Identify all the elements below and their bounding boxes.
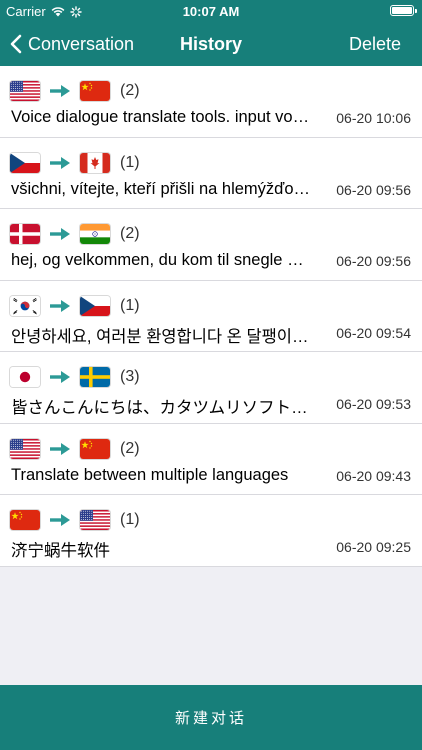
language-pair: (2) <box>10 223 140 245</box>
arrow-right-icon <box>50 371 70 383</box>
timestamp: 06-20 09:25 <box>336 539 411 555</box>
history-row[interactable]: (3) 皆さんこんにちは、カタツムリソフトウェアへようこそ 06-20 09:5… <box>0 352 422 424</box>
denmark-flag-icon <box>10 224 40 244</box>
message-preview: 皆さんこんにちは、カタツムリソフトウェアへようこそ <box>11 399 311 417</box>
message-count: (2) <box>120 225 140 242</box>
message-count: (3) <box>120 368 140 385</box>
china-flag-icon <box>10 510 40 530</box>
china-flag-icon <box>80 438 110 459</box>
history-row[interactable]: (2) Translate between multiple languages… <box>0 424 422 495</box>
japan-flag-icon <box>10 367 40 387</box>
message-count: (2) <box>120 82 140 99</box>
language-pair: (1) <box>10 152 140 174</box>
sweden-flag-icon <box>80 367 110 387</box>
arrow-right-icon <box>50 442 70 455</box>
delete-button[interactable]: Delete <box>349 22 401 66</box>
history-row[interactable]: (2) hej, og velkommen, du kom til snegle… <box>0 209 422 281</box>
timestamp: 06-20 09:56 <box>336 181 411 198</box>
back-button-label: Conversation <box>28 33 135 54</box>
message-preview: 안녕하세요, 여러분 환영합니다 온 달팽이 소프트웨어 <box>11 327 311 346</box>
canada-flag-icon <box>80 152 110 173</box>
arrow-right-icon <box>50 85 70 97</box>
czech-flag-icon <box>80 295 110 316</box>
battery-icon <box>390 5 417 16</box>
new-conversation-button[interactable]: 新建对话 <box>0 685 422 750</box>
message-count: (2) <box>120 439 140 457</box>
timestamp: 06-20 09:53 <box>336 396 411 412</box>
message-preview: 济宁蜗牛软件 <box>11 542 110 560</box>
history-row[interactable]: (1) 济宁蜗牛软件 06-20 09:25 <box>0 495 422 567</box>
message-preview: hej, og velkommen, du kom til snegle sof… <box>11 251 311 269</box>
navigation-bar: Conversation History Delete <box>0 22 422 66</box>
message-preview: Voice dialogue translate tools. input vo… <box>11 108 311 126</box>
status-bar: Carrier 10:07 AM <box>0 0 422 22</box>
language-pair: (1) <box>10 509 140 531</box>
timestamp: 06-20 10:06 <box>336 110 411 126</box>
history-list: (2) Voice dialogue translate tools. inpu… <box>0 66 422 567</box>
korea-flag-icon <box>10 295 40 316</box>
arrow-right-icon <box>50 228 70 240</box>
india-flag-icon <box>80 224 110 244</box>
message-count: (1) <box>120 296 140 314</box>
history-row[interactable]: (1) všichni, vítejte, kteří přišli na hl… <box>0 138 422 209</box>
us-flag-icon <box>10 438 40 459</box>
timestamp: 06-20 09:56 <box>336 253 411 269</box>
timestamp: 06-20 09:43 <box>336 467 411 484</box>
message-preview: všichni, vítejte, kteří přišli na hlemýž… <box>11 179 311 198</box>
language-pair: (1) <box>10 295 140 317</box>
us-flag-icon <box>10 81 40 101</box>
message-count: (1) <box>120 153 140 171</box>
arrow-right-icon <box>50 156 70 169</box>
china-flag-icon <box>80 81 110 101</box>
message-count: (1) <box>120 511 140 528</box>
message-preview: Translate between multiple languages <box>11 465 289 484</box>
language-pair: (3) <box>10 366 140 388</box>
us-flag-icon <box>80 510 110 530</box>
language-pair: (2) <box>10 80 140 102</box>
arrow-right-icon <box>50 299 70 312</box>
history-row[interactable]: (1) 안녕하세요, 여러분 환영합니다 온 달팽이 소프트웨어 06-20 0… <box>0 281 422 352</box>
chevron-left-icon <box>10 34 22 54</box>
status-time: 10:07 AM <box>182 4 240 19</box>
arrow-right-icon <box>50 514 70 526</box>
timestamp: 06-20 09:54 <box>336 324 411 341</box>
back-button[interactable]: Conversation <box>10 22 134 66</box>
new-conversation-label: 新建对话 <box>174 710 247 727</box>
history-row[interactable]: (2) Voice dialogue translate tools. inpu… <box>0 66 422 138</box>
czech-flag-icon <box>10 152 40 173</box>
language-pair: (2) <box>10 438 140 460</box>
